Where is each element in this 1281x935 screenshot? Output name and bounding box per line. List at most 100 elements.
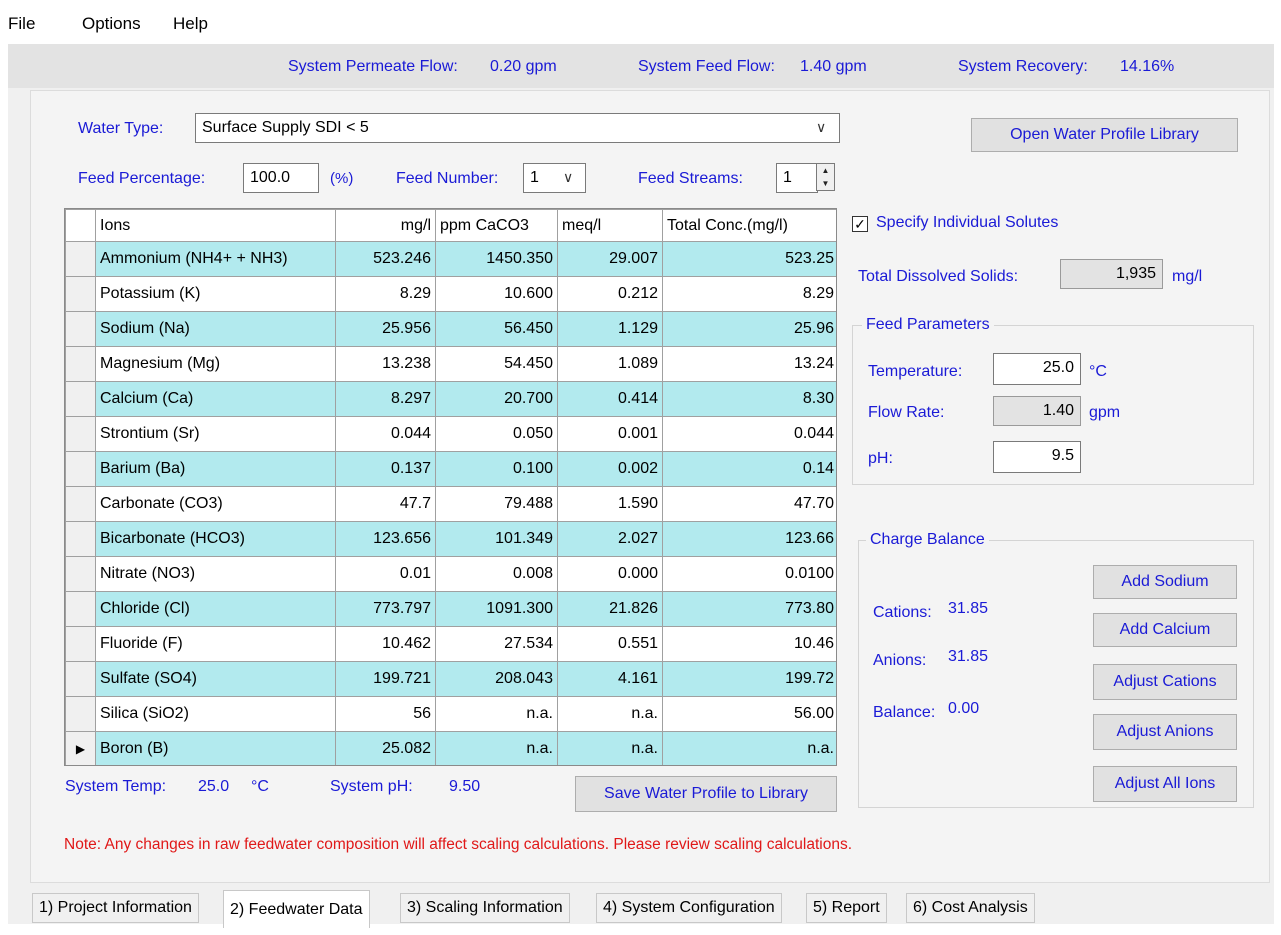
row-selector[interactable]: [65, 346, 96, 382]
total-conc-cell[interactable]: 8.30: [662, 381, 836, 417]
mgl-cell[interactable]: 47.7: [335, 486, 436, 522]
ion-name-cell[interactable]: Potassium (K): [95, 276, 336, 312]
mgl-cell[interactable]: 8.297: [335, 381, 436, 417]
tab-feedwater-data[interactable]: 2) Feedwater Data: [223, 890, 370, 928]
ppm-caco3-cell[interactable]: 0.008: [435, 556, 558, 592]
tab-project-information[interactable]: 1) Project Information: [32, 893, 199, 923]
meql-cell[interactable]: 1.089: [557, 346, 663, 382]
mgl-cell[interactable]: 0.01: [335, 556, 436, 592]
ion-name-cell[interactable]: Bicarbonate (HCO3): [95, 521, 336, 557]
meql-cell[interactable]: 0.000: [557, 556, 663, 592]
total-conc-cell[interactable]: 199.72: [662, 661, 836, 697]
ppm-caco3-cell[interactable]: 0.100: [435, 451, 558, 487]
column-header-total-conc[interactable]: Total Conc.(mg/l): [662, 209, 836, 242]
mgl-cell[interactable]: 773.797: [335, 591, 436, 627]
feed-streams-spinner[interactable]: ▲ ▼: [816, 163, 835, 191]
column-header-ppm-caco3[interactable]: ppm CaCO3: [435, 209, 558, 242]
mgl-cell[interactable]: 25.956: [335, 311, 436, 347]
ion-name-cell[interactable]: Sulfate (SO4): [95, 661, 336, 697]
tab-report[interactable]: 5) Report: [806, 893, 887, 923]
ion-name-cell[interactable]: Boron (B): [95, 731, 336, 765]
ion-name-cell[interactable]: Carbonate (CO3): [95, 486, 336, 522]
ppm-caco3-cell[interactable]: 79.488: [435, 486, 558, 522]
menu-help[interactable]: Help: [173, 14, 208, 34]
feed-streams-input[interactable]: 1: [776, 163, 818, 193]
mgl-cell[interactable]: 25.082: [335, 731, 436, 765]
total-conc-cell[interactable]: 123.66: [662, 521, 836, 557]
meql-cell[interactable]: 0.002: [557, 451, 663, 487]
table-row[interactable]: Barium (Ba) 0.137 0.100 0.002 0.14: [65, 451, 836, 487]
ion-name-cell[interactable]: Magnesium (Mg): [95, 346, 336, 382]
table-row[interactable]: Carbonate (CO3) 47.7 79.488 1.590 47.70: [65, 486, 836, 522]
table-row[interactable]: Strontium (Sr) 0.044 0.050 0.001 0.044: [65, 416, 836, 452]
table-row[interactable]: Fluoride (F) 10.462 27.534 0.551 10.46: [65, 626, 836, 662]
tab-system-configuration[interactable]: 4) System Configuration: [596, 893, 782, 923]
table-row[interactable]: Chloride (Cl) 773.797 1091.300 21.826 773.80: [65, 591, 836, 627]
table-row[interactable]: Bicarbonate (HCO3) 123.656 101.349 2.027 123…: [65, 521, 836, 557]
total-conc-cell[interactable]: 8.29: [662, 276, 836, 312]
mgl-cell[interactable]: 13.238: [335, 346, 436, 382]
add-calcium-button[interactable]: Add Calcium: [1093, 613, 1237, 647]
ion-grid[interactable]: Ions mg/l ppm CaCO3 meq/l Total Conc.(mg…: [64, 208, 837, 766]
ion-name-cell[interactable]: Silica (SiO2): [95, 696, 336, 732]
row-selector[interactable]: [65, 696, 96, 732]
table-row[interactable]: Magnesium (Mg) 13.238 54.450 1.089 13.24: [65, 346, 836, 382]
total-conc-cell[interactable]: 523.25: [662, 241, 836, 277]
ppm-caco3-cell[interactable]: 208.043: [435, 661, 558, 697]
table-row[interactable]: ▶ Boron (B) 25.082 n.a. n.a. n.a.: [65, 731, 836, 765]
total-conc-cell[interactable]: 13.24: [662, 346, 836, 382]
mgl-cell[interactable]: 10.462: [335, 626, 436, 662]
ppm-caco3-cell[interactable]: 0.050: [435, 416, 558, 452]
row-selector[interactable]: ▶: [65, 731, 96, 765]
spin-up-icon[interactable]: ▲: [817, 164, 834, 177]
adjust-anions-button[interactable]: Adjust Anions: [1093, 714, 1237, 750]
total-conc-cell[interactable]: n.a.: [662, 731, 836, 765]
row-selector[interactable]: [65, 661, 96, 697]
adjust-cations-button[interactable]: Adjust Cations: [1093, 664, 1237, 700]
row-selector[interactable]: [65, 381, 96, 417]
row-selector[interactable]: [65, 276, 96, 312]
table-row[interactable]: Nitrate (NO3) 0.01 0.008 0.000 0.0100: [65, 556, 836, 592]
column-header-ions[interactable]: Ions: [95, 209, 336, 242]
ion-name-cell[interactable]: Barium (Ba): [95, 451, 336, 487]
total-conc-cell[interactable]: 0.0100: [662, 556, 836, 592]
table-row[interactable]: Calcium (Ca) 8.297 20.700 0.414 8.30: [65, 381, 836, 417]
spin-down-icon[interactable]: ▼: [817, 177, 834, 190]
feed-number-select[interactable]: 1: [523, 163, 586, 193]
total-conc-cell[interactable]: 56.00: [662, 696, 836, 732]
ppm-caco3-cell[interactable]: 1450.350: [435, 241, 558, 277]
ion-name-cell[interactable]: Ammonium (NH4+ + NH3): [95, 241, 336, 277]
ppm-caco3-cell[interactable]: n.a.: [435, 731, 558, 765]
meql-cell[interactable]: n.a.: [557, 696, 663, 732]
row-selector[interactable]: [65, 591, 96, 627]
mgl-cell[interactable]: 123.656: [335, 521, 436, 557]
mgl-cell[interactable]: 199.721: [335, 661, 436, 697]
total-conc-cell[interactable]: 0.044: [662, 416, 836, 452]
mgl-cell[interactable]: 523.246: [335, 241, 436, 277]
table-row[interactable]: Ammonium (NH4+ + NH3) 523.246 1450.350 29.0…: [65, 241, 836, 277]
row-selector[interactable]: [65, 486, 96, 522]
ppm-caco3-cell[interactable]: 1091.300: [435, 591, 558, 627]
ion-name-cell[interactable]: Strontium (Sr): [95, 416, 336, 452]
table-row[interactable]: Sodium (Na) 25.956 56.450 1.129 25.96: [65, 311, 836, 347]
meql-cell[interactable]: n.a.: [557, 731, 663, 765]
meql-cell[interactable]: 0.212: [557, 276, 663, 312]
specify-solutes-checkbox[interactable]: ✓: [852, 216, 868, 232]
mgl-cell[interactable]: 56: [335, 696, 436, 732]
add-sodium-button[interactable]: Add Sodium: [1093, 565, 1237, 599]
ion-name-cell[interactable]: Sodium (Na): [95, 311, 336, 347]
save-water-profile-button[interactable]: Save Water Profile to Library: [575, 776, 837, 812]
adjust-all-ions-button[interactable]: Adjust All Ions: [1093, 766, 1237, 802]
water-type-select[interactable]: Surface Supply SDI < 5: [195, 113, 840, 143]
meql-cell[interactable]: 21.826: [557, 591, 663, 627]
ppm-caco3-cell[interactable]: 101.349: [435, 521, 558, 557]
total-conc-cell[interactable]: 10.46: [662, 626, 836, 662]
column-header-mgl[interactable]: mg/l: [335, 209, 436, 242]
ppm-caco3-cell[interactable]: 54.450: [435, 346, 558, 382]
table-row[interactable]: Potassium (K) 8.29 10.600 0.212 8.29: [65, 276, 836, 312]
mgl-cell[interactable]: 8.29: [335, 276, 436, 312]
total-conc-cell[interactable]: 47.70: [662, 486, 836, 522]
tab-cost-analysis[interactable]: 6) Cost Analysis: [906, 893, 1035, 923]
table-row[interactable]: Silica (SiO2) 56 n.a. n.a. 56.00: [65, 696, 836, 732]
ion-name-cell[interactable]: Fluoride (F): [95, 626, 336, 662]
